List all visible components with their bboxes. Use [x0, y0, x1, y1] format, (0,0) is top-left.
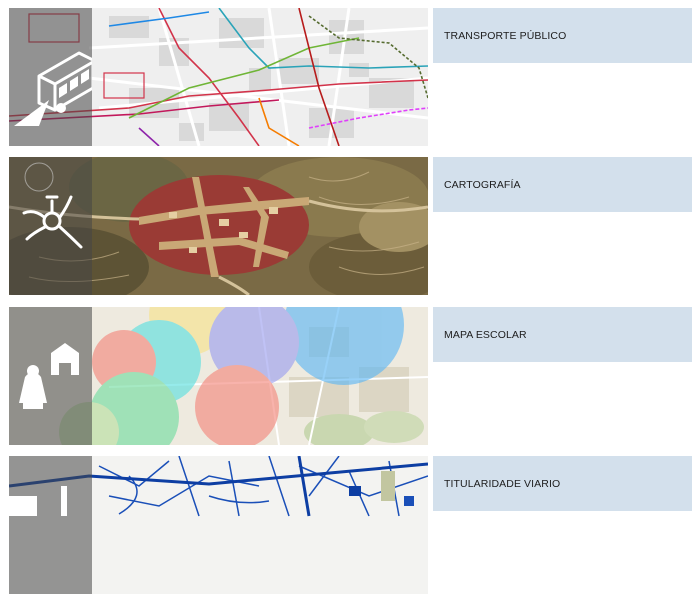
card-cartografia[interactable]: CARTOGRAFÍA: [9, 157, 692, 295]
icon-strip: [9, 157, 92, 295]
card-title: CARTOGRAFÍA: [444, 178, 521, 191]
compass-icon: [22, 162, 83, 249]
icon-strip: [9, 8, 92, 146]
icon-strip: [9, 307, 92, 445]
icon-strip: [9, 456, 92, 594]
card-transporte-publico[interactable]: TRANSPORTE PÚBLICO: [9, 8, 692, 146]
road-icon: [9, 486, 67, 516]
school-icon: [19, 343, 79, 409]
card-title: MAPA ESCOLAR: [444, 328, 527, 341]
card-label[interactable]: TRANSPORTE PÚBLICO: [433, 8, 692, 63]
card-label[interactable]: TITULARIDADE VIARIO: [433, 456, 692, 511]
school-map-thumbnail[interactable]: [9, 307, 428, 445]
card-titularidade-viario[interactable]: TITULARIDADE VIARIO: [9, 456, 692, 594]
card-title: TITULARIDADE VIARIO: [444, 477, 561, 490]
historic-map-thumbnail[interactable]: [9, 157, 428, 295]
road-ownership-map-thumbnail[interactable]: [9, 456, 428, 594]
transit-map-thumbnail[interactable]: [9, 8, 428, 146]
card-label[interactable]: CARTOGRAFÍA: [433, 157, 692, 212]
card-label[interactable]: MAPA ESCOLAR: [433, 307, 692, 362]
card-title: TRANSPORTE PÚBLICO: [444, 29, 567, 42]
card-mapa-escolar[interactable]: MAPA ESCOLAR: [9, 307, 692, 445]
bus-icon: [14, 51, 92, 126]
